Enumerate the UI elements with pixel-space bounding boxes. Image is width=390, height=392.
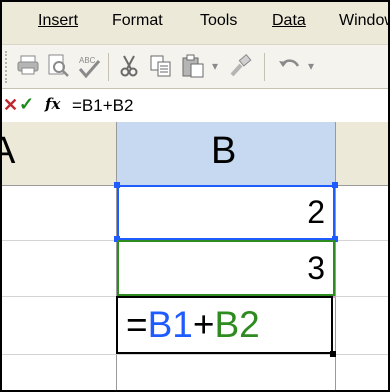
- spreadsheet-window: Insert Format Tools Data Window ABC ▾: [0, 0, 390, 392]
- formula-bar: ✕ ✓ fx =B1+B2: [2, 88, 388, 123]
- copy-icon[interactable]: [148, 53, 174, 79]
- print-preview-icon[interactable]: [46, 53, 70, 79]
- column-header-c[interactable]: [336, 122, 388, 186]
- insert-function-icon[interactable]: fx: [45, 95, 60, 113]
- menu-window[interactable]: Window: [339, 12, 388, 30]
- formula-input[interactable]: =B1+B2: [72, 96, 133, 116]
- toolbar-separator: [264, 53, 265, 81]
- cut-icon[interactable]: [116, 53, 142, 79]
- column-header-a[interactable]: A: [2, 122, 116, 186]
- cell-b2[interactable]: 3: [117, 240, 335, 296]
- paste-icon[interactable]: [180, 53, 206, 79]
- cell-b3-formula: =B1+B2: [126, 304, 260, 346]
- standard-toolbar: ABC ▾ ▾: [2, 44, 388, 89]
- cancel-icon[interactable]: ✕: [3, 95, 18, 116]
- menu-bar: Insert Format Tools Data Window: [2, 2, 388, 44]
- formula-equals: =: [126, 304, 148, 345]
- format-painter-icon[interactable]: [228, 53, 254, 79]
- menu-insert[interactable]: Insert: [38, 12, 78, 30]
- menu-tools[interactable]: Tools: [200, 12, 237, 30]
- toolbar-separator: [108, 53, 109, 81]
- formula-plus: +: [192, 304, 215, 345]
- fill-handle[interactable]: [330, 351, 336, 357]
- worksheet-grid: A B 2 3 =B1+B2: [2, 122, 388, 390]
- paste-options-dropdown-icon[interactable]: ▾: [208, 53, 222, 79]
- spelling-icon[interactable]: ABC: [76, 53, 102, 79]
- toolbar-grip[interactable]: [5, 51, 11, 83]
- print-icon[interactable]: [16, 53, 40, 79]
- enter-icon[interactable]: ✓: [19, 94, 34, 115]
- menu-data[interactable]: Data: [272, 12, 306, 30]
- cell-b3-editor[interactable]: =B1+B2: [116, 296, 333, 354]
- undo-icon[interactable]: [276, 53, 302, 79]
- undo-dropdown-icon[interactable]: ▾: [304, 53, 318, 79]
- range-handle[interactable]: [114, 182, 120, 188]
- menu-format[interactable]: Format: [112, 12, 163, 30]
- formula-ref-b2: B2: [214, 304, 260, 345]
- svg-text:ABC: ABC: [79, 56, 96, 65]
- cell-b1[interactable]: 2: [117, 185, 335, 240]
- column-header-b[interactable]: B: [117, 122, 335, 186]
- range-handle[interactable]: [332, 182, 338, 188]
- formula-ref-b1: B1: [147, 304, 193, 345]
